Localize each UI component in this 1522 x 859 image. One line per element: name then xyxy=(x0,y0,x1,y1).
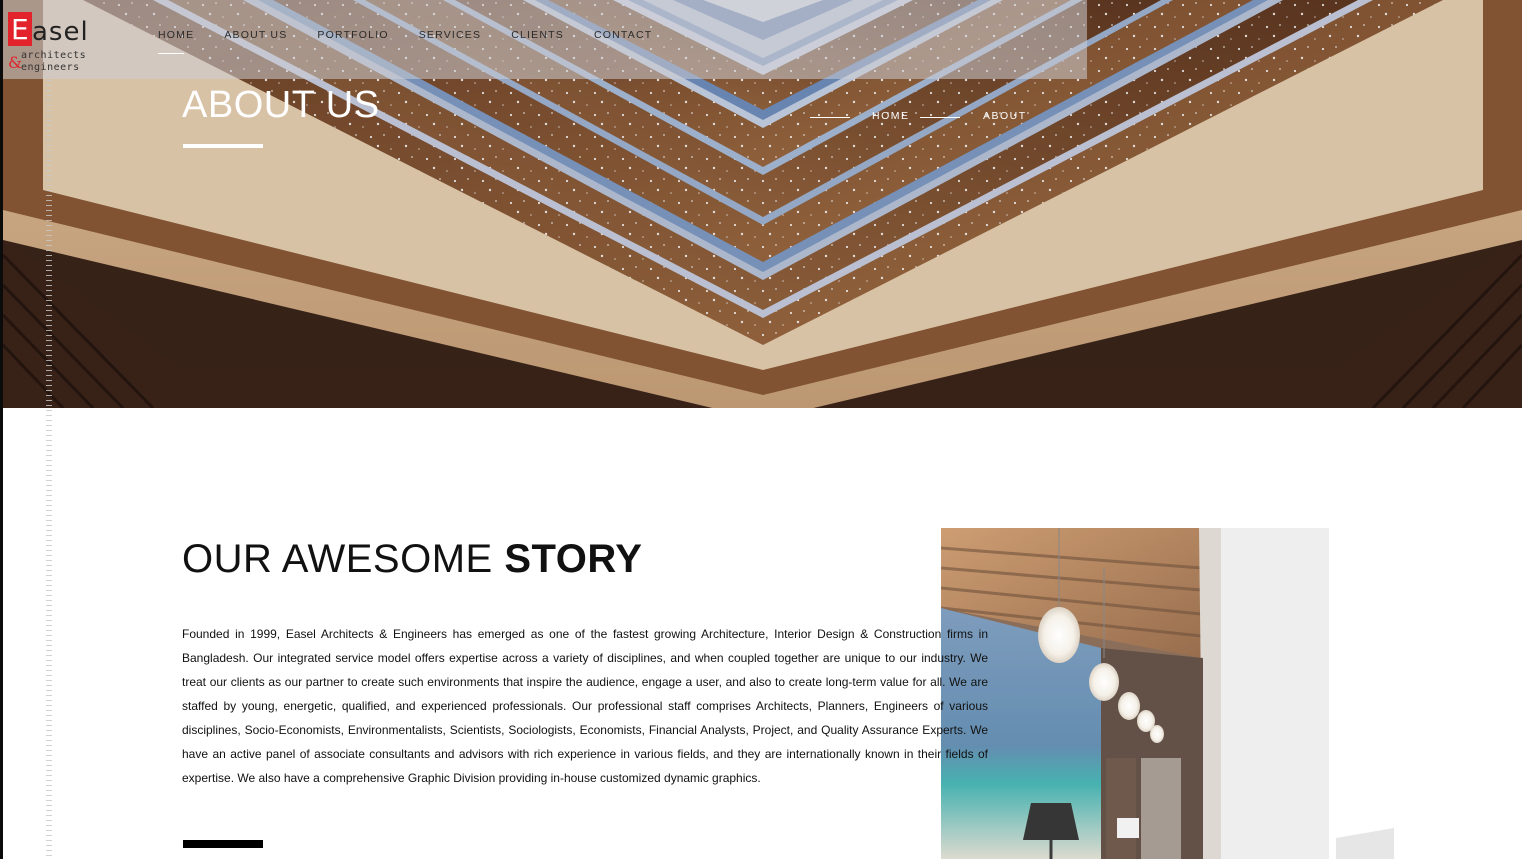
breadcrumb-home-link[interactable]: HOME xyxy=(872,110,910,122)
title-underline xyxy=(183,144,263,148)
decorative-corner-shape xyxy=(1336,828,1394,859)
story-heading-light: OUR AWESOME xyxy=(182,537,493,581)
left-edge-strip xyxy=(0,0,3,859)
story-heading: OUR AWESOME STORY xyxy=(182,537,642,582)
page-title: ABOUT US xyxy=(182,84,380,126)
main-nav: HOME ABOUT US PORTFOLIO SERVICES CLIENTS… xyxy=(158,29,682,54)
logo-initial: E xyxy=(11,13,29,46)
breadcrumb-divider xyxy=(920,117,960,118)
nav-item-contact[interactable]: CONTACT xyxy=(594,29,652,41)
nav-item-clients[interactable]: CLIENTS xyxy=(511,29,564,41)
story-accent-bar xyxy=(183,840,263,848)
nav-item-home[interactable]: HOME xyxy=(158,29,194,54)
nav-item-about-us[interactable]: ABOUT US xyxy=(224,29,287,41)
breadcrumb: HOME ABOUT xyxy=(810,110,1040,124)
story-heading-bold: STORY xyxy=(504,537,643,581)
brand-logo[interactable]: E asel & architects engineers xyxy=(8,10,98,76)
nav-item-services[interactable]: SERVICES xyxy=(419,29,482,41)
logo-tagline-engineers: engineers xyxy=(21,62,80,73)
page: E asel & architects engineers HOME ABOUT… xyxy=(0,0,1522,859)
logo-wordmark: asel xyxy=(32,17,89,47)
office-interior-image xyxy=(941,528,1329,859)
breadcrumb-current: ABOUT xyxy=(983,110,1027,122)
breadcrumb-divider xyxy=(810,117,850,118)
dotted-vertical-rule xyxy=(46,70,52,859)
logo-tagline-architects: architects xyxy=(21,50,87,61)
story-paragraph: Founded in 1999, Easel Architects & Engi… xyxy=(182,627,988,785)
nav-item-portfolio[interactable]: PORTFOLIO xyxy=(317,29,388,41)
